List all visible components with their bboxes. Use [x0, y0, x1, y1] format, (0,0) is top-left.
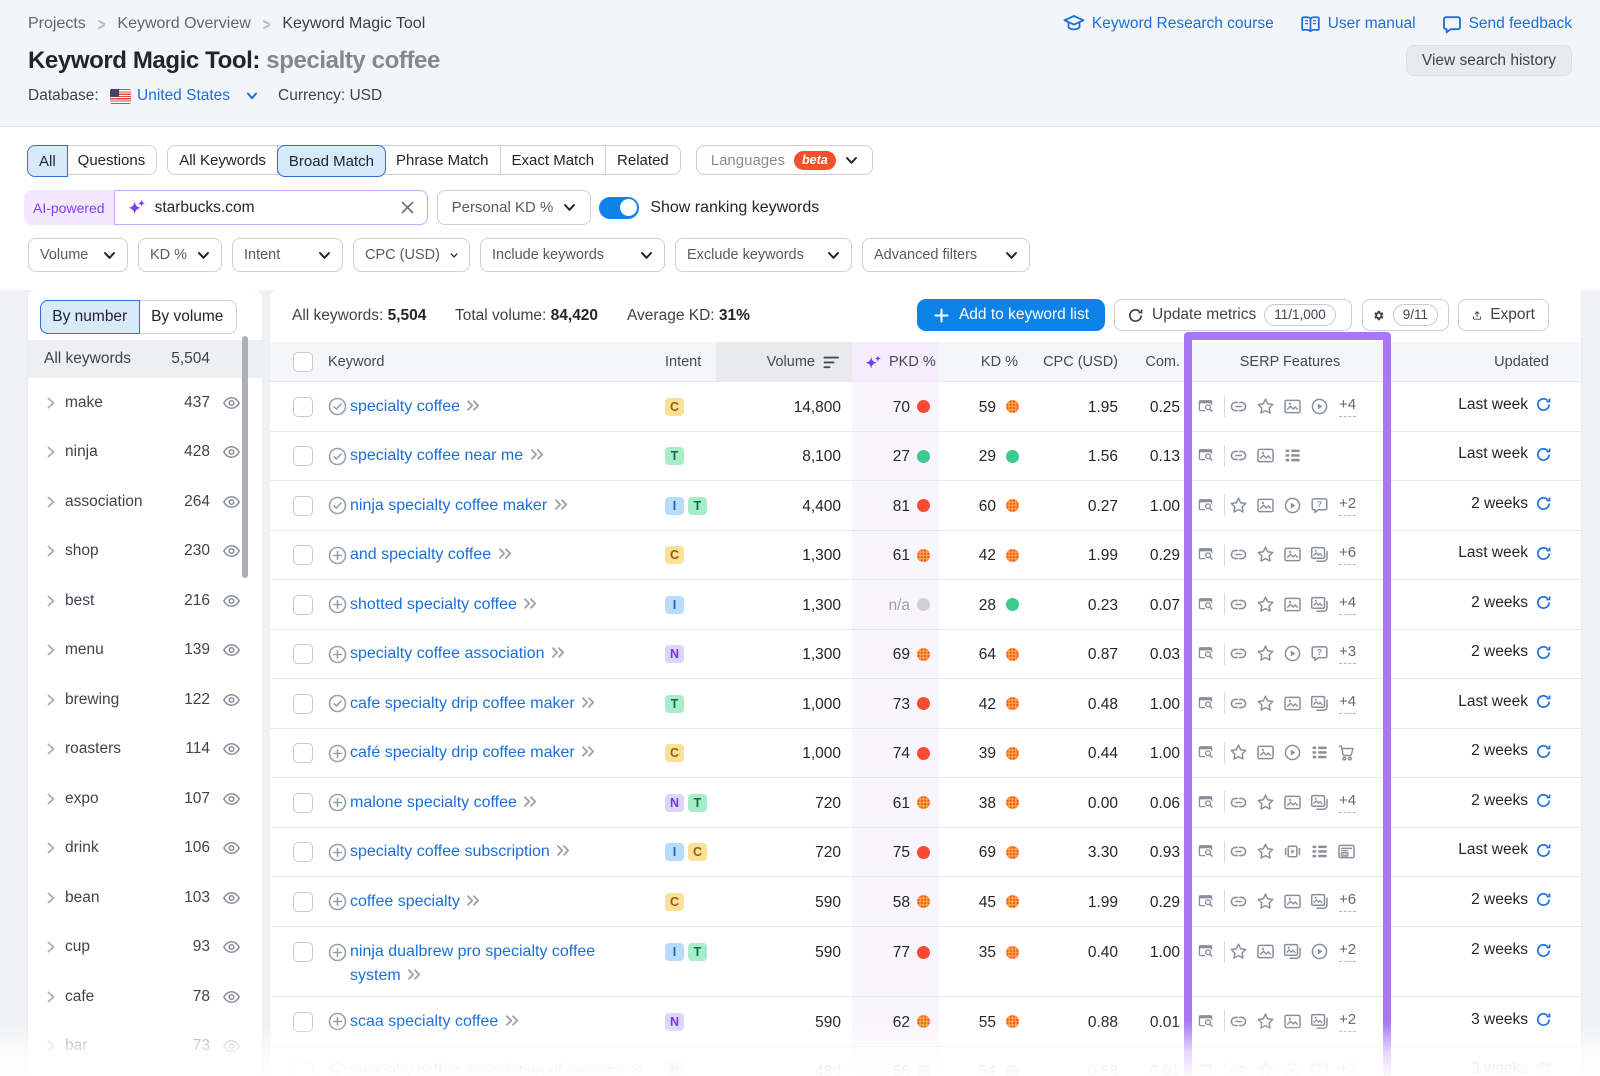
svg-text:?: ? [1317, 500, 1322, 509]
svg-text:AD: AD [1342, 853, 1347, 857]
svg-text:?: ? [1317, 648, 1322, 657]
